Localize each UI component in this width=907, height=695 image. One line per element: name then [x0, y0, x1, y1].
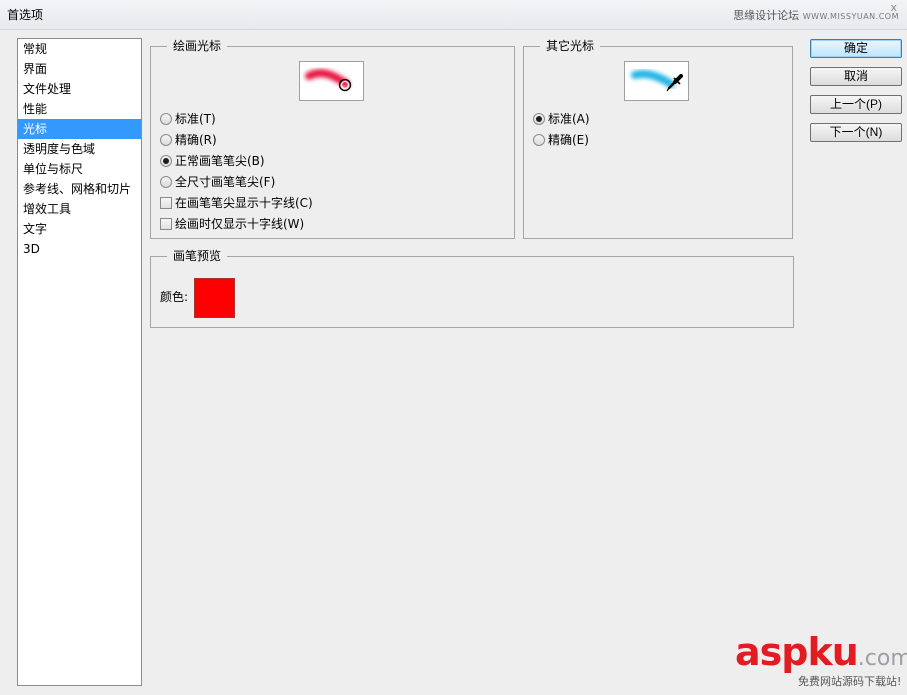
sidebar-item-interface[interactable]: 界面 — [18, 59, 141, 79]
sidebar-item-performance[interactable]: 性能 — [18, 99, 141, 119]
brush-stroke-preview-icon — [305, 69, 352, 92]
watermark-cn: 思缘设计论坛 — [733, 9, 800, 22]
ok-button[interactable]: 确定 — [810, 39, 902, 58]
other-cursors-group: 其它光标 标准(A) 精确(E) — [523, 38, 793, 239]
watermark-brand-suffix: .com — [857, 646, 907, 671]
sidebar-item-file-handling[interactable]: 文件处理 — [18, 79, 141, 99]
sidebar-item-cursors[interactable]: 光标 — [18, 119, 141, 139]
radio-precise-e[interactable] — [533, 134, 545, 146]
option-normal-brush-tip[interactable]: 正常画笔笔尖(B) — [160, 152, 265, 170]
option-label: 全尺寸画笔笔尖(F) — [175, 175, 276, 189]
cancel-button[interactable]: 取消 — [810, 67, 902, 86]
radio-normal-brush-tip[interactable] — [160, 155, 172, 167]
sidebar-item-general[interactable]: 常规 — [18, 39, 141, 59]
option-label: 在画笔笔尖显示十字线(C) — [175, 196, 313, 210]
brush-color-swatch[interactable] — [194, 278, 235, 318]
sidebar-item-plugins[interactable]: 增效工具 — [18, 199, 141, 219]
painting-cursors-legend: 绘画光标 — [167, 38, 228, 54]
top-watermark: 思缘设计论坛 WWW.MISSYUAN.COM — [733, 7, 899, 23]
radio-standard-a[interactable] — [533, 113, 545, 125]
next-button[interactable]: 下一个(N) — [810, 123, 902, 142]
option-label: 标准(T) — [175, 112, 216, 126]
watermark-brand: aspku — [735, 630, 859, 674]
option-standard-a[interactable]: 标准(A) — [533, 110, 590, 128]
option-label: 精确(E) — [548, 133, 589, 147]
eyedropper-preview-icon — [631, 70, 683, 92]
option-label: 绘画时仅显示十字线(W) — [175, 217, 305, 231]
option-full-size-brush-tip[interactable]: 全尺寸画笔笔尖(F) — [160, 173, 275, 191]
checkbox-show-crosshair[interactable] — [160, 197, 172, 209]
sidebar-item-guides-grid-slices[interactable]: 参考线、网格和切片 — [18, 179, 141, 199]
option-precise-e[interactable]: 精确(E) — [533, 131, 589, 149]
sidebar-item-transparency-gamut[interactable]: 透明度与色域 — [18, 139, 141, 159]
option-show-crosshair[interactable]: 在画笔笔尖显示十字线(C) — [160, 194, 313, 212]
option-label: 精确(R) — [175, 133, 217, 147]
option-precise-r[interactable]: 精确(R) — [160, 131, 217, 149]
radio-precise-r[interactable] — [160, 134, 172, 146]
previous-button[interactable]: 上一个(P) — [810, 95, 902, 114]
checkbox-crosshair-while-painting[interactable] — [160, 218, 172, 230]
painting-cursors-group: 绘画光标 标准(T) 精确(R) 正常画笔笔尖(B) 全尺寸画笔笔尖(F) 在画… — [150, 38, 515, 239]
site-watermark: aspku.com — [735, 632, 907, 672]
option-standard-t[interactable]: 标准(T) — [160, 110, 216, 128]
sidebar-item-type[interactable]: 文字 — [18, 219, 141, 239]
sidebar-item-3d[interactable]: 3D — [18, 239, 141, 259]
radio-full-size-brush-tip[interactable] — [160, 176, 172, 188]
option-label: 正常画笔笔尖(B) — [175, 154, 265, 168]
watermark-en: WWW.MISSYUAN.COM — [802, 12, 899, 21]
sidebar-item-units-rulers[interactable]: 单位与标尺 — [18, 159, 141, 179]
watermark-tagline: 免费网站源码下载站! — [798, 675, 902, 688]
painting-cursor-preview — [299, 61, 364, 101]
title-bar[interactable]: 首选项 x 思缘设计论坛 WWW.MISSYUAN.COM — [0, 0, 907, 30]
category-list[interactable]: 常规 界面 文件处理 性能 光标 透明度与色域 单位与标尺 参考线、网格和切片 … — [17, 38, 142, 686]
other-cursors-legend: 其它光标 — [540, 38, 601, 54]
option-label: 标准(A) — [548, 112, 590, 126]
radio-standard-t[interactable] — [160, 113, 172, 125]
brush-preview-legend: 画笔预览 — [167, 248, 228, 264]
window-title: 首选项 — [7, 8, 44, 22]
other-cursor-preview — [624, 61, 689, 101]
color-label: 颜色: — [160, 290, 189, 304]
option-crosshair-while-painting[interactable]: 绘画时仅显示十字线(W) — [160, 215, 304, 233]
brush-preview-group: 画笔预览 颜色: — [150, 248, 794, 328]
